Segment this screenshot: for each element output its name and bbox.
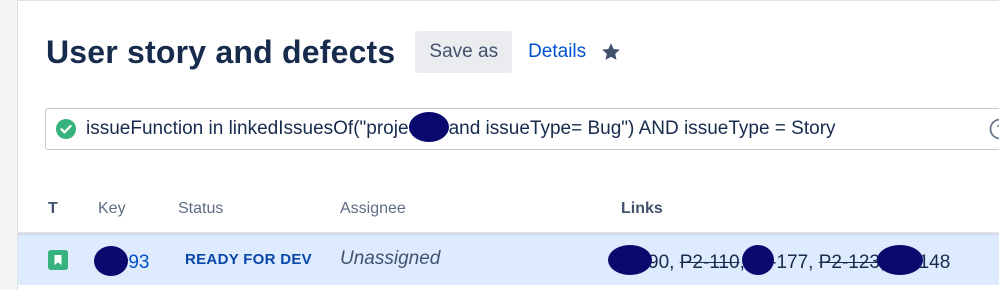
issues-table: T Key Status Assignee Links -93 READY FO… <box>18 188 999 285</box>
table-header: T Key Status Assignee Links <box>18 188 999 234</box>
link-item[interactable]: -177 <box>770 252 808 273</box>
link-item-resolved[interactable]: P2-110 <box>680 252 740 273</box>
story-icon <box>48 250 68 270</box>
star-icon[interactable] <box>600 41 622 63</box>
redaction-mark <box>742 245 775 275</box>
issue-key[interactable]: -93 <box>94 246 149 278</box>
redaction-mark <box>876 245 923 275</box>
page-header: User story and defects Save as Details <box>46 30 622 74</box>
column-header-assignee[interactable]: Assignee <box>340 200 406 218</box>
check-circle-icon <box>56 119 76 139</box>
link-separator: , <box>808 252 819 274</box>
jql-query-text: issueFunction in linkedIssuesOf("project… <box>86 112 836 144</box>
save-as-button[interactable]: Save as <box>415 31 513 73</box>
column-header-status[interactable]: Status <box>178 200 223 218</box>
jql-search-input[interactable]: issueFunction in linkedIssuesOf("project… <box>45 108 999 150</box>
redaction-mark <box>608 245 652 275</box>
status-lozenge[interactable]: READY FOR DEV <box>185 251 312 268</box>
link-item[interactable]: 148 <box>919 252 951 273</box>
top-divider <box>18 0 999 1</box>
column-header-key[interactable]: Key <box>98 200 126 218</box>
left-sidebar <box>0 0 18 290</box>
table-row[interactable]: -93 READY FOR DEV Unassigned 90, P2-110,… <box>18 234 999 285</box>
query-prefix: issueFunction in linkedIssuesOf("project <box>86 118 424 140</box>
links-cell: 90, P2-110, -177, P2-123, 148 <box>608 245 951 278</box>
page-title: User story and defects <box>46 33 396 70</box>
assignee-value[interactable]: Unassigned <box>340 248 440 270</box>
column-header-type[interactable]: T <box>48 200 58 218</box>
help-icon[interactable]: ? <box>989 118 999 140</box>
details-link[interactable]: Details <box>528 41 586 63</box>
link-separator: , <box>669 252 680 274</box>
query-suffix: and issueType= Bug") AND issueType = Sto… <box>443 118 836 140</box>
column-header-links[interactable]: Links <box>621 200 663 218</box>
redaction-mark <box>94 246 128 276</box>
link-item-resolved[interactable]: P2-123 <box>819 252 880 273</box>
